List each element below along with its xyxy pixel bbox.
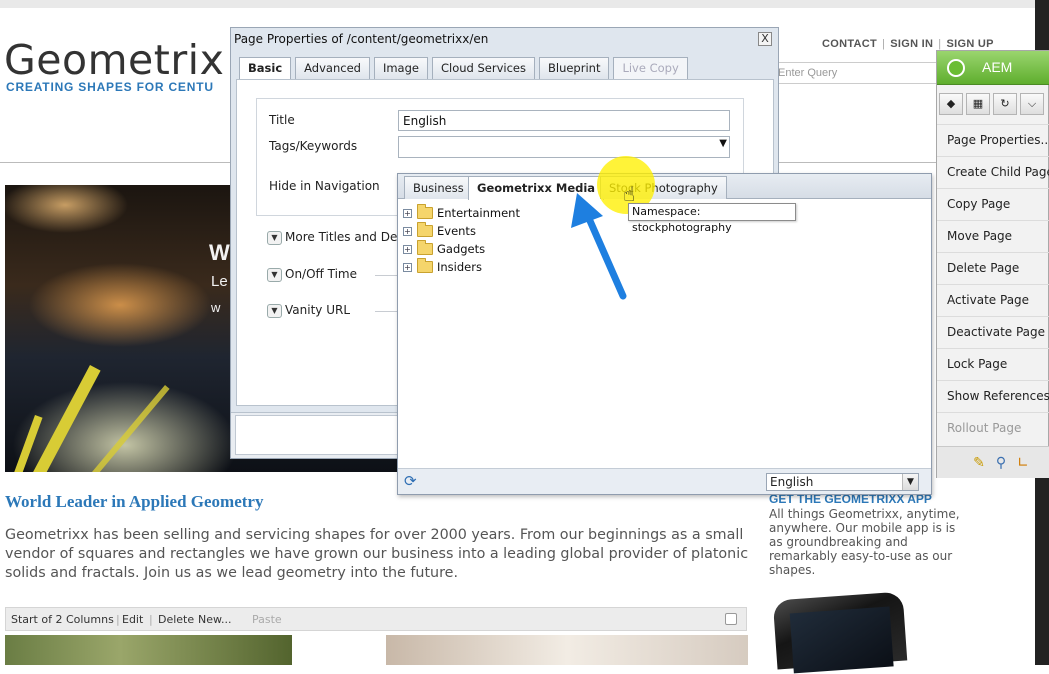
tab-blueprint[interactable]: Blueprint — [538, 57, 610, 79]
preview-magnifier-icon[interactable]: ⚲ — [991, 453, 1011, 473]
site-logo[interactable]: Geometrix — [4, 38, 224, 82]
tags-input[interactable]: ▼ — [398, 136, 730, 158]
expand-icon[interactable]: + — [403, 244, 412, 254]
menu-rollout-page: Rollout Page — [937, 412, 1049, 444]
new-button[interactable]: New... — [198, 613, 231, 626]
app-promo-text: All things Geometrixx, anytime, anywhere… — [769, 507, 960, 577]
close-icon[interactable]: X — [758, 32, 772, 46]
versioning-tab-icon[interactable]: ↻ — [993, 93, 1017, 115]
site-top-links: CONTACT | SIGN IN | SIGN UP — [822, 38, 994, 50]
expand-icon[interactable]: + — [403, 226, 412, 236]
sidekick-title: AEM — [982, 59, 1013, 75]
title-input[interactable]: English — [398, 110, 730, 131]
tab-live-copy: Live Copy — [613, 57, 688, 79]
title-label: Title — [269, 113, 295, 127]
phone-image — [772, 591, 908, 674]
columns-select-checkbox[interactable] — [725, 613, 737, 625]
content-photo-right — [386, 635, 748, 665]
menu-activate-page[interactable]: Activate Page — [937, 284, 1049, 316]
tag-namespace-tabs: Business Geometrixx Media Stock Photogra… — [398, 174, 931, 200]
menu-move-page[interactable]: Move Page — [937, 220, 1049, 252]
tab-basic[interactable]: Basic — [239, 57, 292, 79]
language-select[interactable]: English ▼ — [766, 473, 919, 491]
sign-in-link[interactable]: SIGN IN — [890, 38, 933, 50]
delete-button[interactable]: Delete — [158, 613, 194, 626]
tab-cloud-services[interactable]: Cloud Services — [431, 57, 535, 79]
menu-create-child-page[interactable]: Create Child Page — [937, 156, 1049, 188]
contact-link[interactable]: CONTACT — [822, 38, 877, 50]
menu-copy-page[interactable]: Copy Page — [937, 188, 1049, 220]
sign-up-link[interactable]: SIGN UP — [946, 38, 993, 50]
language-value: English — [770, 475, 814, 489]
expand-icon[interactable]: + — [403, 262, 412, 272]
more-tab-icon[interactable]: ⌵ — [1020, 93, 1044, 115]
tab-advanced[interactable]: Advanced — [295, 57, 370, 79]
collapser-more-titles[interactable]: ▼ More Titles and Descr — [267, 230, 415, 245]
folder-icon — [417, 204, 433, 219]
tag-tree: + Entertainment + Events + Gadgets + Insider… — [403, 204, 520, 276]
components-tab-icon[interactable]: ◆ — [939, 93, 963, 115]
tag-picker-footer: ⟳ English ▼ — [398, 468, 931, 494]
hero-line-fragment: w — [211, 300, 221, 315]
tree-item-entertainment[interactable]: + Entertainment — [403, 204, 520, 222]
tree-item-label[interactable]: Insiders — [437, 260, 482, 274]
hide-in-navigation-label: Hide in Navigation — [269, 179, 380, 193]
namespace-tooltip: Namespace: stockphotography — [628, 203, 796, 234]
collapse-toggle-icon[interactable]: ▼ — [267, 303, 282, 318]
folder-icon — [417, 240, 433, 255]
collapser-on-off-time[interactable]: ▼ On/Off Time — [267, 267, 415, 282]
menu-show-references[interactable]: Show References... — [937, 380, 1049, 412]
sidekick-header[interactable]: AEM — [937, 51, 1049, 85]
paste-button[interactable]: Paste — [252, 613, 282, 626]
sidekick-tabs: ◆ ▦ ↻ ⌵ — [939, 93, 1044, 115]
aem-sidekick: AEM ◆ ▦ ↻ ⌵ Page Properties... Create Ch… — [936, 50, 1049, 478]
section-label: On/Off Time — [285, 267, 357, 281]
dialog-title: Page Properties of /content/geometrixx/e… — [234, 32, 489, 46]
design-mode-icon[interactable]: ∟ — [1013, 453, 1033, 473]
chevron-down-icon[interactable]: ▼ — [719, 138, 727, 149]
menu-delete-page[interactable]: Delete Page — [937, 252, 1049, 284]
menu-lock-page[interactable]: Lock Page — [937, 348, 1049, 380]
hero-line-fragment: Le — [211, 273, 228, 290]
folder-icon — [417, 222, 433, 237]
edit-button[interactable]: Edit — [122, 613, 143, 626]
columns-start-label: Start of 2 Columns — [11, 613, 114, 626]
tab-image[interactable]: Image — [373, 57, 428, 79]
menu-page-properties[interactable]: Page Properties... — [937, 124, 1049, 156]
expand-icon[interactable]: + — [403, 208, 412, 218]
site-search-input[interactable]: Enter Query — [776, 62, 941, 84]
sidekick-toolbar: ✎ ⚲ ∟ — [937, 446, 1049, 478]
folder-icon — [417, 258, 433, 273]
hero-title-fragment: W — [209, 240, 230, 265]
columns-edit-bar: Start of 2 Columns | Edit | Delete New..… — [5, 607, 747, 631]
tree-item-label[interactable]: Entertainment — [437, 206, 520, 220]
sidekick-menu: Page Properties... Create Child Page Cop… — [937, 124, 1049, 444]
tab-business[interactable]: Business — [404, 176, 473, 199]
tree-item-label[interactable]: Gadgets — [437, 242, 485, 256]
dialog-tabs: Basic Advanced Image Cloud Services Blue… — [239, 57, 688, 79]
refresh-icon[interactable]: ⟳ — [404, 473, 417, 489]
collapse-toggle-icon[interactable]: ▼ — [267, 230, 282, 245]
content-photo-left — [5, 635, 292, 665]
menu-deactivate-page[interactable]: Deactivate Page — [937, 316, 1049, 348]
edit-mode-pencil-icon[interactable]: ✎ — [969, 453, 989, 473]
section-label: More Titles and Descr — [285, 230, 416, 244]
aem-logo-icon — [947, 59, 965, 77]
main-paragraph: Geometrixx has been selling and servicin… — [5, 527, 749, 581]
browser-top-strip — [0, 0, 1049, 8]
collapse-toggle-icon[interactable]: ▼ — [267, 267, 282, 282]
tree-item-gadgets[interactable]: + Gadgets — [403, 240, 520, 258]
page-tab-icon[interactable]: ▦ — [966, 93, 990, 115]
tree-item-insiders[interactable]: + Insiders — [403, 258, 520, 276]
collapser-vanity-url[interactable]: ▼ Vanity URL — [267, 303, 415, 318]
tree-item-events[interactable]: + Events — [403, 222, 520, 240]
section-label: Vanity URL — [285, 303, 350, 317]
tree-item-label[interactable]: Events — [437, 224, 476, 238]
site-tagline: CREATING SHAPES FOR CENTU — [6, 80, 214, 94]
search-placeholder: Enter Query — [778, 67, 838, 79]
annotation-arrow-icon — [571, 193, 627, 300]
chevron-down-icon[interactable]: ▼ — [902, 474, 918, 490]
tags-label: Tags/Keywords — [269, 139, 358, 153]
main-heading: World Leader in Applied Geometry — [5, 492, 264, 511]
